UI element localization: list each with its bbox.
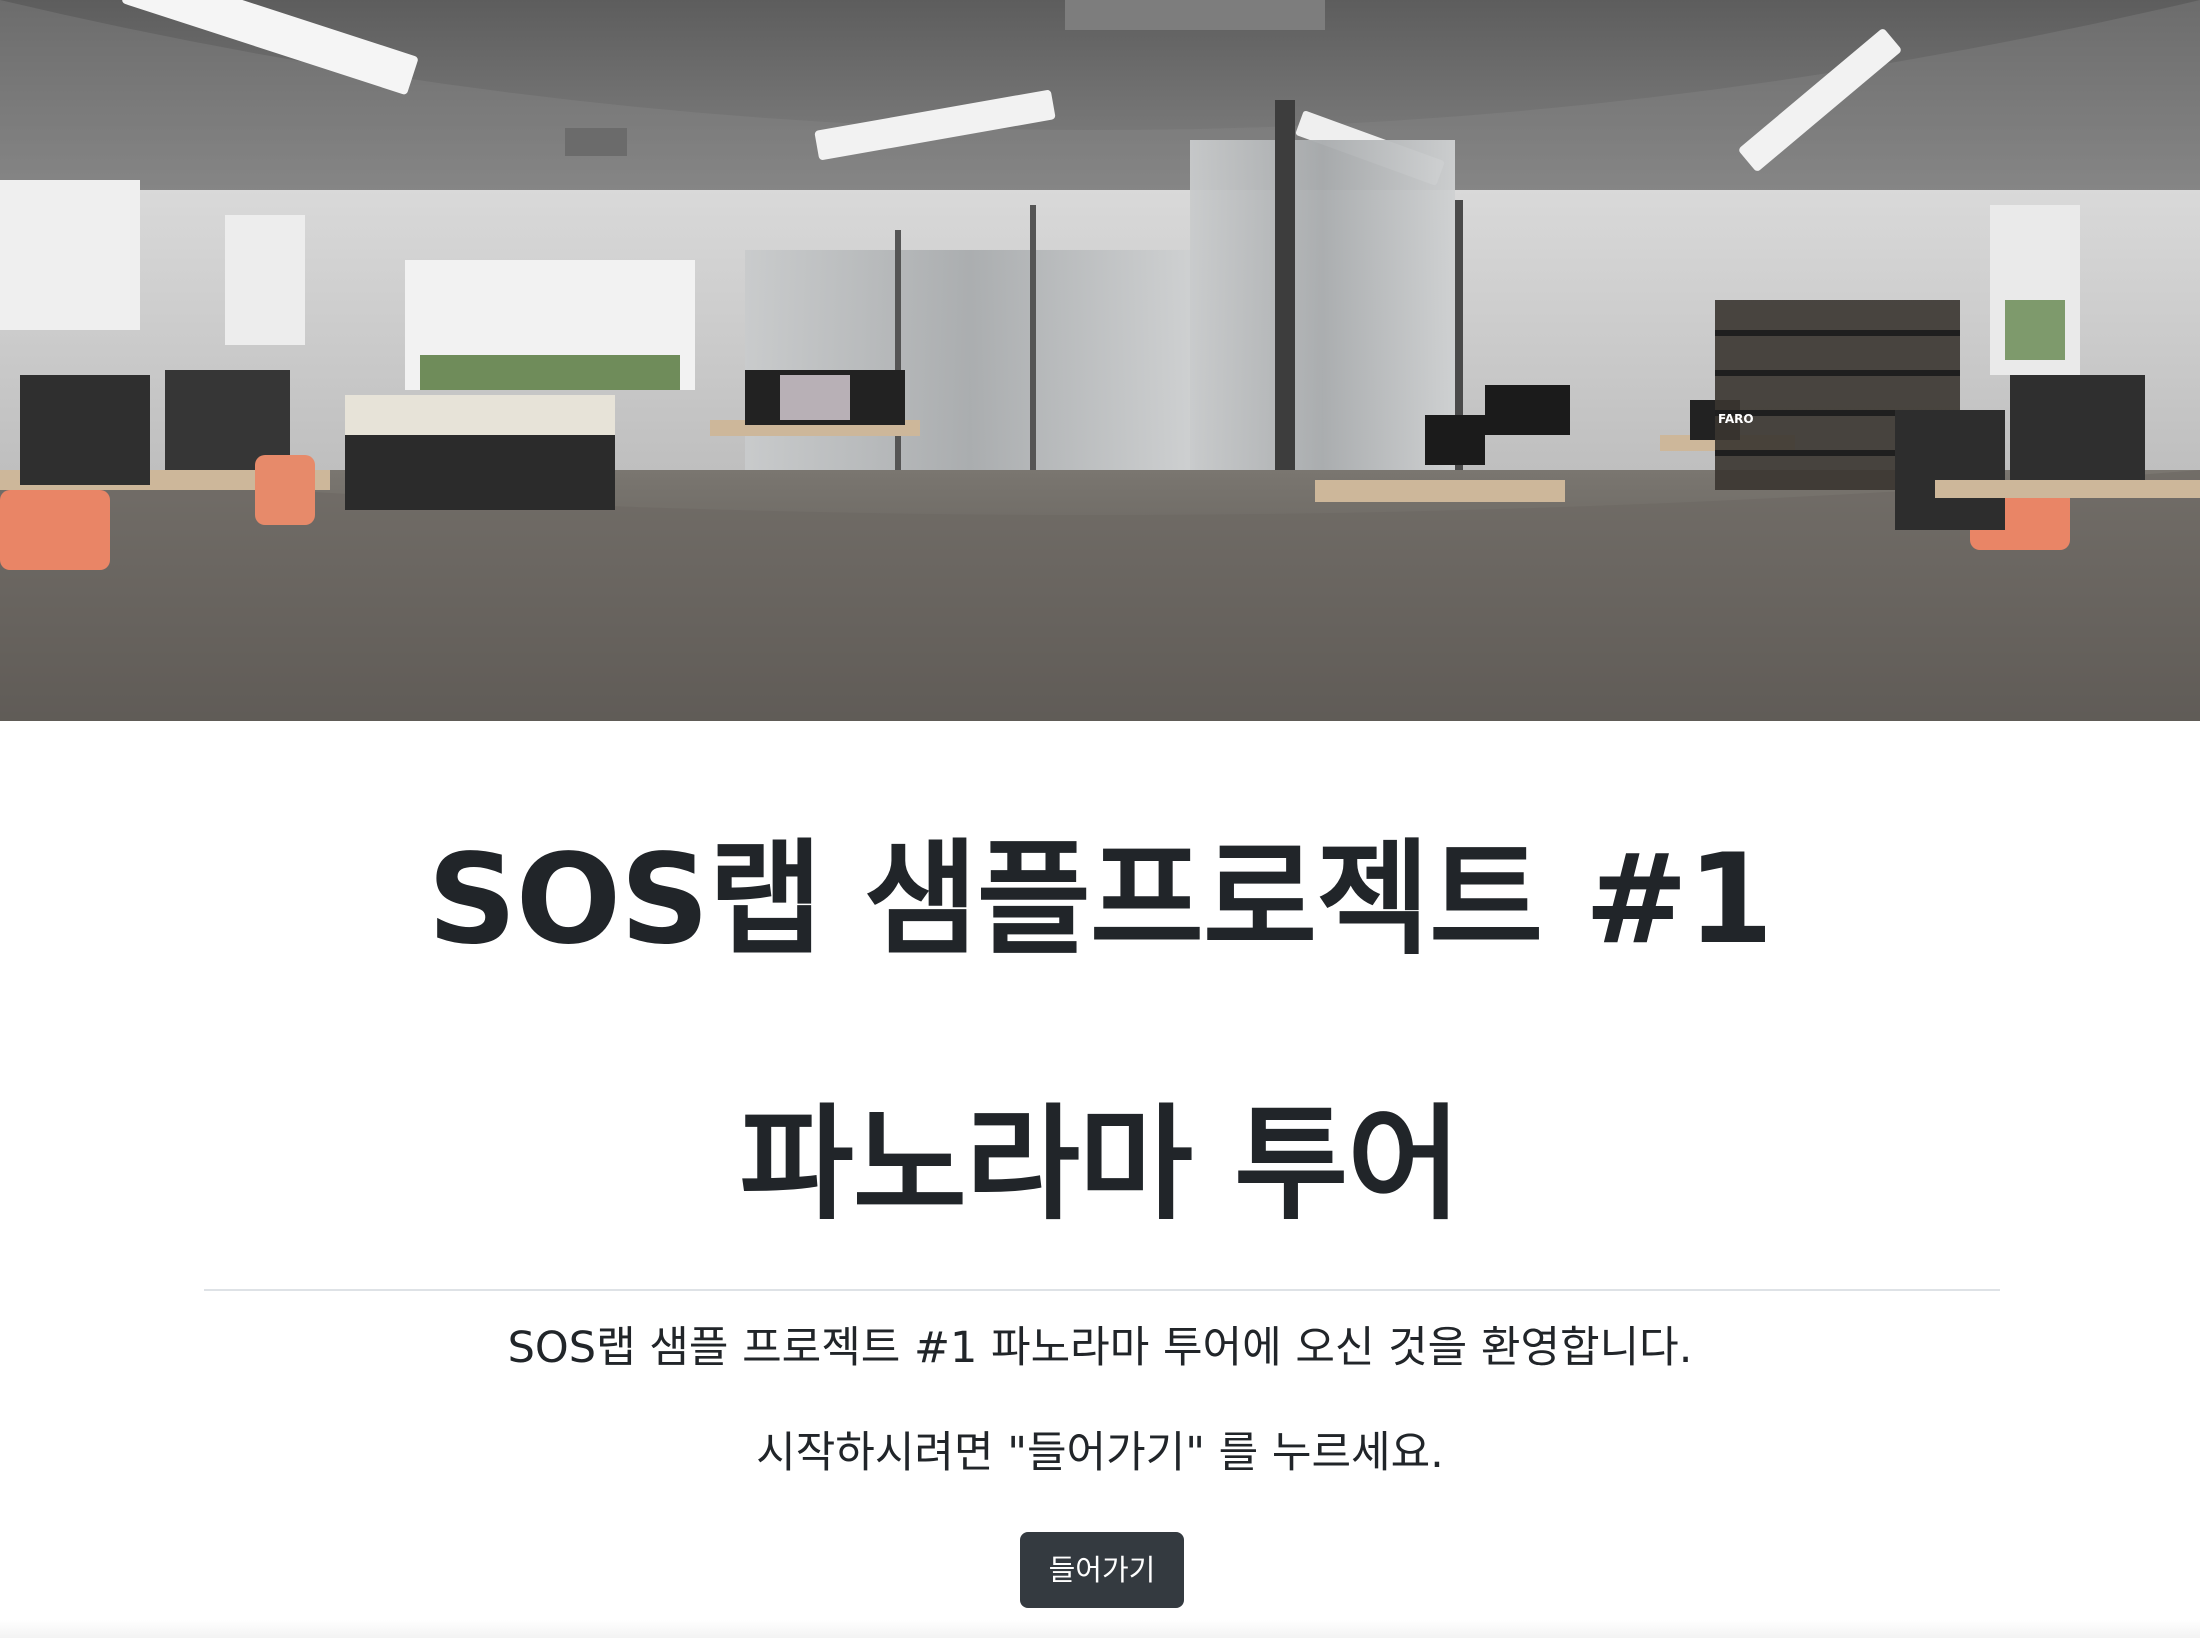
instruction-text: 시작하시려면 "들어가기" 를 누르세요. [756,1428,1444,1478]
panorama-hero-image: FARO [0,0,2200,721]
page: FARO SOS랩 샘플프로젝트 #1 파노라마 투어 SOS랩 샘플 프로젝트… [0,0,2200,1638]
page-title-line-1: SOS랩 샘플프로젝트 #1 [427,828,1773,972]
faro-laptop-label: FARO [1718,412,1754,426]
page-title-line-2: 파노라마 투어 [739,1093,1462,1237]
divider [204,1289,2000,1291]
bottom-fade [0,1620,2200,1638]
welcome-text: SOS랩 샘플 프로젝트 #1 파노라마 투어에 오신 것을 환영합니다. [507,1323,1693,1373]
welcome-section: SOS랩 샘플프로젝트 #1 파노라마 투어 SOS랩 샘플 프로젝트 #1 파… [0,721,2200,1638]
enter-button[interactable]: 들어가기 [1020,1532,1184,1608]
